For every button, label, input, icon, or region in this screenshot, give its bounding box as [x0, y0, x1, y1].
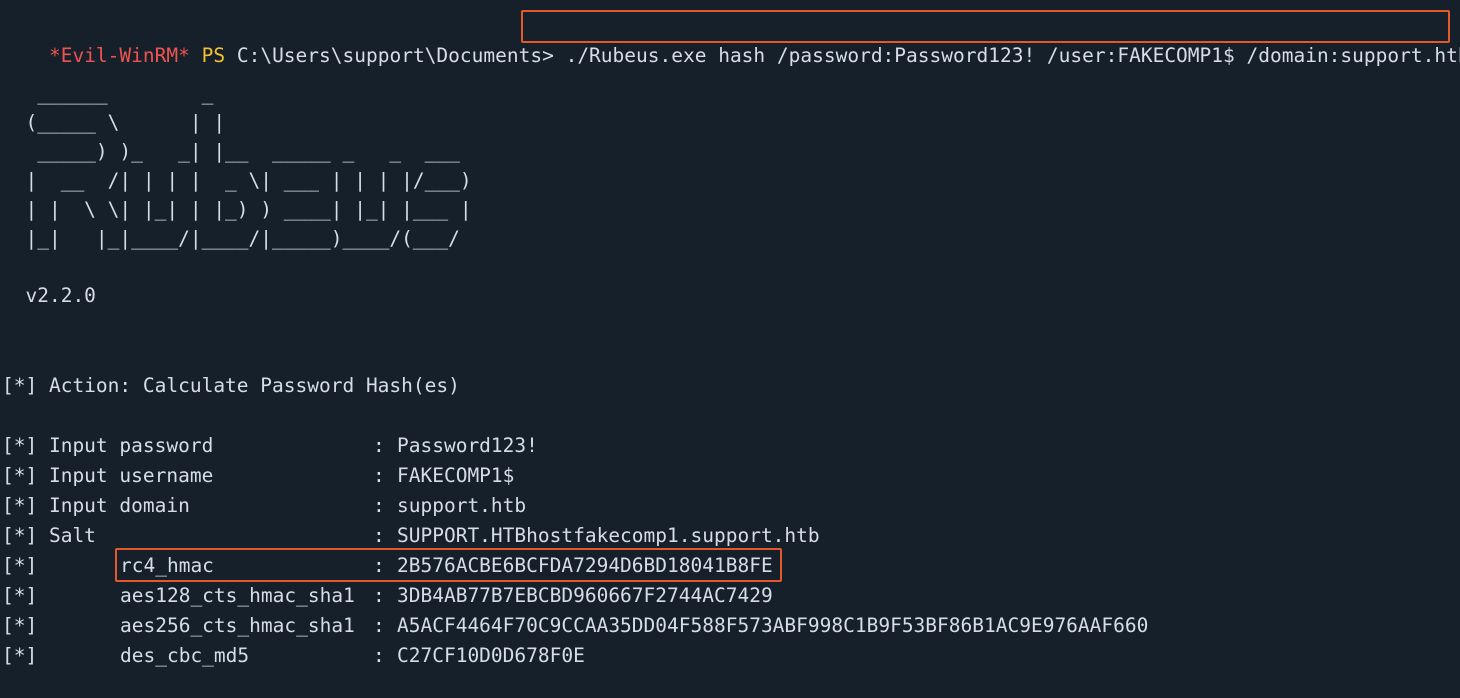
row-prefix: [*] [2, 614, 38, 637]
row-value[interactable]: SUPPORT.HTBhostfakecomp1.support.htb [397, 521, 820, 551]
row-separator: : [373, 464, 385, 487]
action-line: [*] Action: Calculate Password Hash(es) [2, 374, 460, 397]
session-name: *Evil-WinRM* [48, 44, 190, 67]
output-row: [*] Input username: FAKECOMP1$ [2, 461, 1442, 491]
row-separator: : [373, 644, 385, 667]
row-separator: : [373, 614, 385, 637]
row-prefix: [*] Input domain [2, 494, 190, 517]
row-value[interactable]: 3DB4AB77B7EBCBD960667F2744AC7429 [397, 581, 773, 611]
rubeus-banner: ______ _ (_____ \ | | _____) )_ _| |__ _… [25, 82, 472, 250]
row-prefix: [*] Salt [2, 524, 96, 547]
output-row: [*] aes256_cts_hmac_sha1: A5ACF4464F70C9CC… [2, 611, 1442, 641]
command-highlight-box [521, 10, 1450, 43]
terminal-window[interactable]: *Evil-WinRM* PS C:\Users\support\Documen… [0, 0, 1460, 698]
row-prefix: [*] [2, 644, 38, 667]
hash-type-label: des_cbc_md5 [120, 644, 250, 667]
row-value[interactable]: support.htb [397, 491, 526, 521]
version-text: v2.2.0 [2, 284, 96, 307]
row-value[interactable]: Password123! [397, 431, 538, 461]
output-row: [*] Input password: Password123! [2, 431, 1442, 461]
row-separator: : [373, 524, 385, 547]
row-value[interactable]: FAKECOMP1$ [397, 461, 514, 491]
hash-type-label: aes256_cts_hmac_sha1 [120, 614, 355, 637]
hash-type-label: aes128_cts_hmac_sha1 [120, 584, 355, 607]
output-row: [*] aes128_cts_hmac_sha1:3DB4AB77B7EBCBD9… [2, 581, 1442, 611]
output-row: [*] Salt: SUPPORT.HTBhostfakecomp1.suppor… [2, 521, 1442, 551]
row-value[interactable]: C27CF10D0D678F0E [397, 641, 585, 671]
row-prefix: [*] Input username [2, 464, 214, 487]
row-prefix: [*] Input password [2, 434, 214, 457]
command-text[interactable]: ./Rubeus.exe hash /password:Password123!… [566, 44, 1460, 67]
output-row: [*] des_cbc_md5: C27CF10D0D678F0E [2, 641, 1442, 671]
row-prefix: [*] [2, 554, 38, 577]
working-directory: C:\Users\support\Documents> [236, 44, 554, 67]
row-separator: : [373, 434, 385, 457]
row-prefix: [*] [2, 584, 38, 607]
row-separator: : [373, 584, 385, 607]
row-value[interactable]: A5ACF4464F70C9CCAA35DD04F588F573ABF998C1… [397, 611, 1148, 641]
rc4-highlight-box [115, 548, 782, 582]
row-separator: : [373, 494, 385, 517]
output-row: [*] Input domain: support.htb [2, 491, 1442, 521]
shell-indicator: PS [201, 44, 226, 67]
